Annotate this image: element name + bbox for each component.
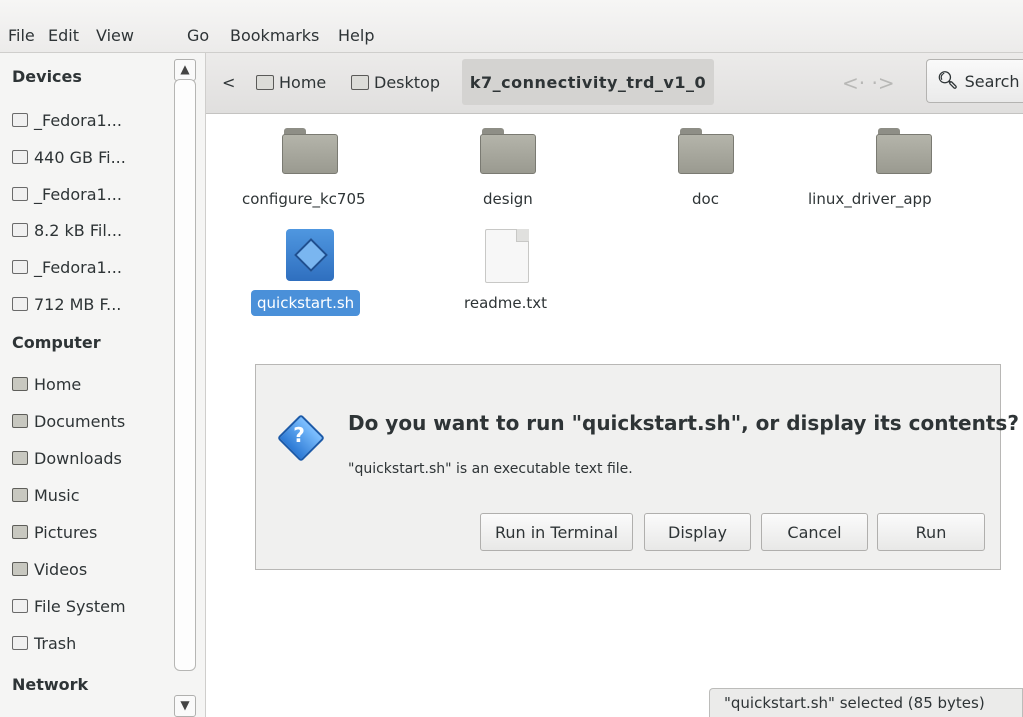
music-icon [12,488,28,502]
sidebar-item-label: Home [34,374,82,394]
question-icon: ? [276,413,326,463]
sidebar-scrollbar[interactable]: ▲ ▼ [174,55,196,717]
cancel-button[interactable]: Cancel [761,513,868,551]
text-file-icon[interactable] [485,229,529,283]
home-icon [12,377,28,391]
file-label-configure[interactable]: configure_kc705 [242,190,366,208]
documents-icon [12,414,28,428]
devices-header: Devices [12,67,82,86]
sidebar-item-label: Pictures [34,522,98,542]
scroll-down-icon[interactable]: ▼ [174,695,196,717]
folder-icon[interactable] [678,128,734,174]
chevron-left-icon[interactable]: < [222,73,235,92]
dialog-title: Do you want to run "quickstart.sh", or d… [348,411,1019,435]
sidebar-item-pictures[interactable]: Pictures [12,519,172,545]
menu-view[interactable]: View [96,26,134,45]
sidebar-item-device-6[interactable]: 712 MB F... [12,291,172,317]
folder-icon[interactable] [876,128,932,174]
sidebar-item-label: _Fedora1... [34,257,122,277]
pictures-icon [12,525,28,539]
breadcrumb-current[interactable]: k7_connectivity_trd_v1_0 [462,59,714,105]
breadcrumb-label: Home [279,73,327,92]
sidebar-item-device-1[interactable]: _Fedora1... [12,107,172,133]
nav-arrows-icon[interactable]: <· ·> [842,71,895,95]
drive-icon [12,187,28,201]
drive-icon [12,150,28,164]
sidebar-item-label: Documents [34,411,126,431]
status-bar: "quickstart.sh" selected (85 bytes) [709,688,1023,717]
drive-icon [12,113,28,127]
computer-header: Computer [12,333,101,352]
sidebar-item-device-2[interactable]: 440 GB Fi... [12,144,172,170]
run-button[interactable]: Run [877,513,985,551]
sidebar: Devices _Fedora1... 440 GB Fi... _Fedora… [0,53,206,717]
menu-file[interactable]: File [8,26,35,45]
sidebar-item-device-4[interactable]: 8.2 kB Fil... [12,217,172,243]
dialog-subtitle: "quickstart.sh" is an executable text fi… [348,461,633,477]
toolbar: < Home Desktop k7_connectivity_trd_v1_0 … [206,53,1023,114]
home-icon [256,75,274,90]
sidebar-item-trash[interactable]: Trash [12,630,172,656]
sidebar-item-label: 8.2 kB Fil... [34,220,123,240]
sidebar-item-label: _Fedora1... [34,184,122,204]
sidebar-item-downloads[interactable]: Downloads [12,445,172,471]
sidebar-item-label: Trash [34,633,77,653]
desktop-icon [351,75,369,90]
scroll-thumb[interactable] [174,79,196,671]
sidebar-item-music[interactable]: Music [12,482,172,508]
file-label-linux-driver[interactable]: linux_driver_app [808,190,932,208]
sidebar-item-home[interactable]: Home [12,371,172,397]
downloads-icon [12,451,28,465]
menu-edit[interactable]: Edit [48,26,79,45]
sidebar-item-documents[interactable]: Documents [12,408,172,434]
menubar: File Edit View Go Bookmarks Help [0,0,1023,53]
breadcrumb-label: Desktop [374,73,440,92]
scroll-up-icon[interactable]: ▲ [174,59,196,81]
run-in-terminal-button[interactable]: Run in Terminal [480,513,633,551]
drive-icon [12,223,28,237]
sidebar-item-label: File System [34,596,126,616]
trash-icon [12,636,28,650]
run-dialog: ? Do you want to run "quickstart.sh", or… [255,364,1019,570]
menu-bookmarks[interactable]: Bookmarks [230,26,319,45]
search-label: Search [964,71,1020,91]
sidebar-item-label: Music [34,485,80,505]
file-label-design[interactable]: design [483,190,533,208]
folder-icon[interactable] [480,128,536,174]
sidebar-item-label: Downloads [34,448,122,468]
drive-icon [12,260,28,274]
sidebar-item-device-5[interactable]: _Fedora1... [12,254,172,280]
sidebar-item-device-3[interactable]: _Fedora1... [12,181,172,207]
menu-help[interactable]: Help [338,26,374,45]
search-icon: 🔍︎ [937,71,959,91]
file-system-icon [12,599,28,613]
display-button[interactable]: Display [644,513,751,551]
file-label-readme[interactable]: readme.txt [464,294,547,312]
network-header: Network [12,675,89,694]
breadcrumb-home[interactable]: Home [256,73,326,92]
sidebar-item-file-system[interactable]: File System [12,593,172,619]
folder-icon[interactable] [282,128,338,174]
menu-go[interactable]: Go [187,26,209,45]
drive-icon [12,297,28,311]
sidebar-item-label: Videos [34,559,88,579]
file-label-doc[interactable]: doc [692,190,719,208]
sidebar-item-label: 440 GB Fi... [34,147,126,167]
question-glyph: ? [293,423,305,447]
sidebar-item-videos[interactable]: Videos [12,556,172,582]
videos-icon [12,562,28,576]
breadcrumb-desktop[interactable]: Desktop [351,73,440,92]
sidebar-item-label: _Fedora1... [34,110,122,130]
sidebar-item-label: 712 MB F... [34,294,122,314]
file-label-quickstart[interactable]: quickstart.sh [251,290,361,316]
script-file-icon[interactable] [286,229,334,281]
search-button[interactable]: 🔍︎ Search [926,59,1023,103]
